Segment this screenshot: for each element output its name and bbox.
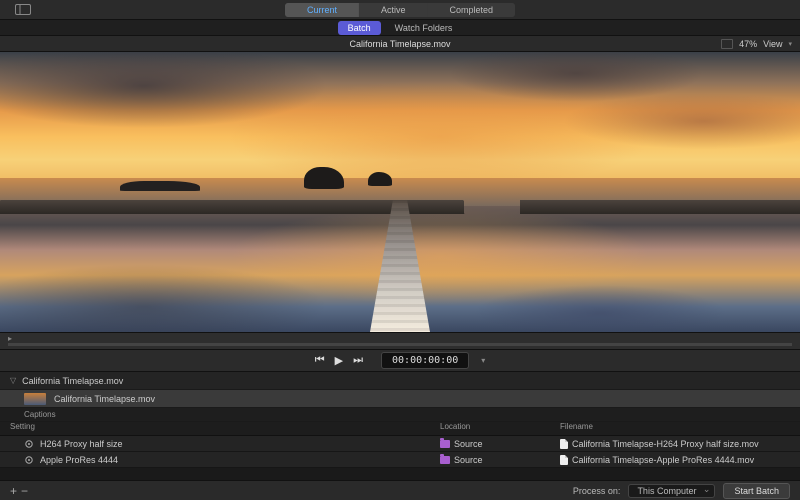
preview-title: California Timelapse.mov xyxy=(349,39,450,49)
setting-name: H264 Proxy half size xyxy=(40,439,123,449)
top-toolbar: Current Active Completed xyxy=(0,0,800,20)
clip-row[interactable]: California Timelapse.mov xyxy=(0,390,800,408)
setting-name: Apple ProRes 4444 xyxy=(40,455,118,465)
sidebar-toggle-icon[interactable] xyxy=(12,3,34,17)
timeline-scrubber[interactable]: ▸ xyxy=(0,332,800,350)
mode-tabs: Batch Watch Folders xyxy=(0,20,800,36)
location-name: Source xyxy=(454,439,483,449)
column-location[interactable]: Location xyxy=(440,422,560,435)
playhead-icon[interactable]: ▸ xyxy=(8,334,12,343)
disclosure-triangle-icon[interactable]: ▽ xyxy=(10,376,16,385)
gear-icon xyxy=(24,455,34,465)
aspect-toggle-icon[interactable] xyxy=(721,39,733,49)
timecode-display[interactable]: 00:00:00:00 xyxy=(381,352,469,369)
tab-active[interactable]: Active xyxy=(359,3,428,17)
batch-panel: ▽ California Timelapse.mov California Ti… xyxy=(0,372,800,468)
remove-button[interactable]: − xyxy=(21,484,28,498)
video-preview[interactable] xyxy=(0,52,800,332)
tab-batch[interactable]: Batch xyxy=(338,21,381,35)
column-setting[interactable]: Setting xyxy=(0,422,440,435)
tab-current[interactable]: Current xyxy=(285,3,359,17)
start-batch-button[interactable]: Start Batch xyxy=(723,483,790,499)
folder-icon xyxy=(440,440,450,448)
play-button[interactable]: ▶ xyxy=(335,354,343,367)
transport-controls: ⏮ ▶ ⏭ 00:00:00:00 ▾ xyxy=(0,350,800,372)
view-menu[interactable]: View xyxy=(763,39,782,49)
folder-icon xyxy=(440,456,450,464)
tab-completed[interactable]: Completed xyxy=(428,3,516,17)
document-icon xyxy=(560,439,568,449)
job-group-name: California Timelapse.mov xyxy=(22,376,123,386)
captions-row[interactable]: Captions xyxy=(0,408,800,422)
clip-thumbnail xyxy=(24,393,46,405)
column-filename[interactable]: Filename xyxy=(560,422,593,435)
prev-frame-button[interactable]: ⏮ xyxy=(315,354,325,367)
preview-header: California Timelapse.mov 47% View ▾ xyxy=(0,36,800,52)
status-segmented-control: Current Active Completed xyxy=(285,3,515,17)
columns-header: Setting Location Filename xyxy=(0,422,800,436)
document-icon xyxy=(560,455,568,465)
add-button[interactable]: + xyxy=(10,484,17,498)
zoom-level[interactable]: 47% xyxy=(739,39,757,49)
process-target-select[interactable]: This Computer xyxy=(628,484,715,498)
output-row[interactable]: Apple ProRes 4444 Source California Time… xyxy=(0,452,800,468)
footer-bar: + − Process on: This Computer Start Batc… xyxy=(0,480,800,500)
output-filename: California Timelapse-Apple ProRes 4444.m… xyxy=(572,455,754,465)
timecode-menu-icon[interactable]: ▾ xyxy=(481,356,485,365)
job-group-row[interactable]: ▽ California Timelapse.mov xyxy=(0,372,800,390)
process-on-label: Process on: xyxy=(573,486,621,496)
location-name: Source xyxy=(454,455,483,465)
gear-icon xyxy=(24,439,34,449)
output-filename: California Timelapse-H264 Proxy half siz… xyxy=(572,439,759,449)
captions-label: Captions xyxy=(24,410,56,419)
next-frame-button[interactable]: ⏭ xyxy=(353,354,363,367)
output-row[interactable]: H264 Proxy half size Source California T… xyxy=(0,436,800,452)
tab-watch-folders[interactable]: Watch Folders xyxy=(385,21,463,35)
chevron-down-icon[interactable]: ▾ xyxy=(788,40,792,48)
clip-name: California Timelapse.mov xyxy=(54,394,155,404)
